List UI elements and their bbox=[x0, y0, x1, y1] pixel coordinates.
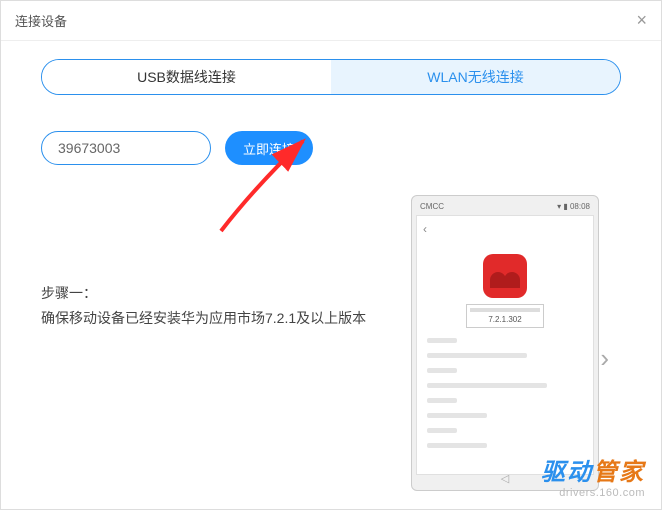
skeleton-line bbox=[427, 338, 457, 343]
appgallery-icon bbox=[483, 254, 527, 298]
skeleton-line bbox=[427, 383, 547, 388]
content-area: USB数据线连接 WLAN无线连接 立即连接 步骤一： 确保移动设备已经安装华为… bbox=[1, 41, 661, 491]
phone-screen: ‹ 7.2.1.302 bbox=[416, 215, 594, 475]
phone-time: 08:08 bbox=[570, 202, 590, 211]
watermark-url: drivers.160.com bbox=[541, 487, 645, 499]
phone-mockup: CMCC ▾ ▮ 08:08 ‹ 7.2.1.302 bbox=[411, 195, 599, 491]
skeleton-line bbox=[427, 398, 457, 403]
version-placeholder-bar bbox=[470, 308, 540, 312]
phone-carrier: CMCC bbox=[420, 202, 444, 211]
tab-usb[interactable]: USB数据线连接 bbox=[42, 60, 331, 94]
connect-tabs: USB数据线连接 WLAN无线连接 bbox=[41, 59, 621, 95]
connect-button[interactable]: 立即连接 bbox=[225, 131, 313, 165]
wifi-icon: ▾ bbox=[557, 202, 561, 211]
version-text: 7.2.1.302 bbox=[470, 315, 540, 324]
watermark-brand: 驱动管家 bbox=[541, 452, 645, 487]
step-desc: 确保移动设备已经安装华为应用市场7.2.1及以上版本 bbox=[41, 306, 391, 331]
dialog-window: 连接设备 × USB数据线连接 WLAN无线连接 立即连接 步骤一： 确保移动设… bbox=[0, 0, 662, 510]
tab-wlan[interactable]: WLAN无线连接 bbox=[331, 60, 620, 94]
skeleton-line bbox=[427, 443, 487, 448]
window-title: 连接设备 bbox=[15, 11, 67, 30]
battery-icon: ▮ bbox=[563, 202, 567, 211]
step-text: 步骤一： 确保移动设备已经安装华为应用市场7.2.1及以上版本 bbox=[41, 195, 411, 491]
next-slide-chevron-icon[interactable]: › bbox=[600, 343, 609, 374]
skeleton-line bbox=[427, 428, 457, 433]
phone-status-icons: ▾ ▮ 08:08 bbox=[557, 202, 590, 211]
skeleton-line bbox=[427, 413, 487, 418]
phone-statusbar: CMCC ▾ ▮ 08:08 bbox=[416, 200, 594, 213]
main-area: 步骤一： 确保移动设备已经安装华为应用市场7.2.1及以上版本 CMCC ▾ ▮… bbox=[41, 195, 621, 491]
phone-preview-wrap: CMCC ▾ ▮ 08:08 ‹ 7.2.1.302 bbox=[411, 195, 621, 491]
step-heading: 步骤一： bbox=[41, 281, 391, 306]
watermark: 驱动管家 drivers.160.com bbox=[541, 452, 645, 499]
close-icon[interactable]: × bbox=[636, 10, 647, 31]
connect-row: 立即连接 bbox=[41, 131, 621, 165]
version-box: 7.2.1.302 bbox=[466, 304, 544, 328]
connect-code-input[interactable] bbox=[41, 131, 211, 165]
skeleton-line bbox=[427, 368, 457, 373]
titlebar: 连接设备 × bbox=[1, 1, 661, 41]
phone-back-icon: ‹ bbox=[423, 222, 587, 236]
skeleton-line bbox=[427, 353, 527, 358]
